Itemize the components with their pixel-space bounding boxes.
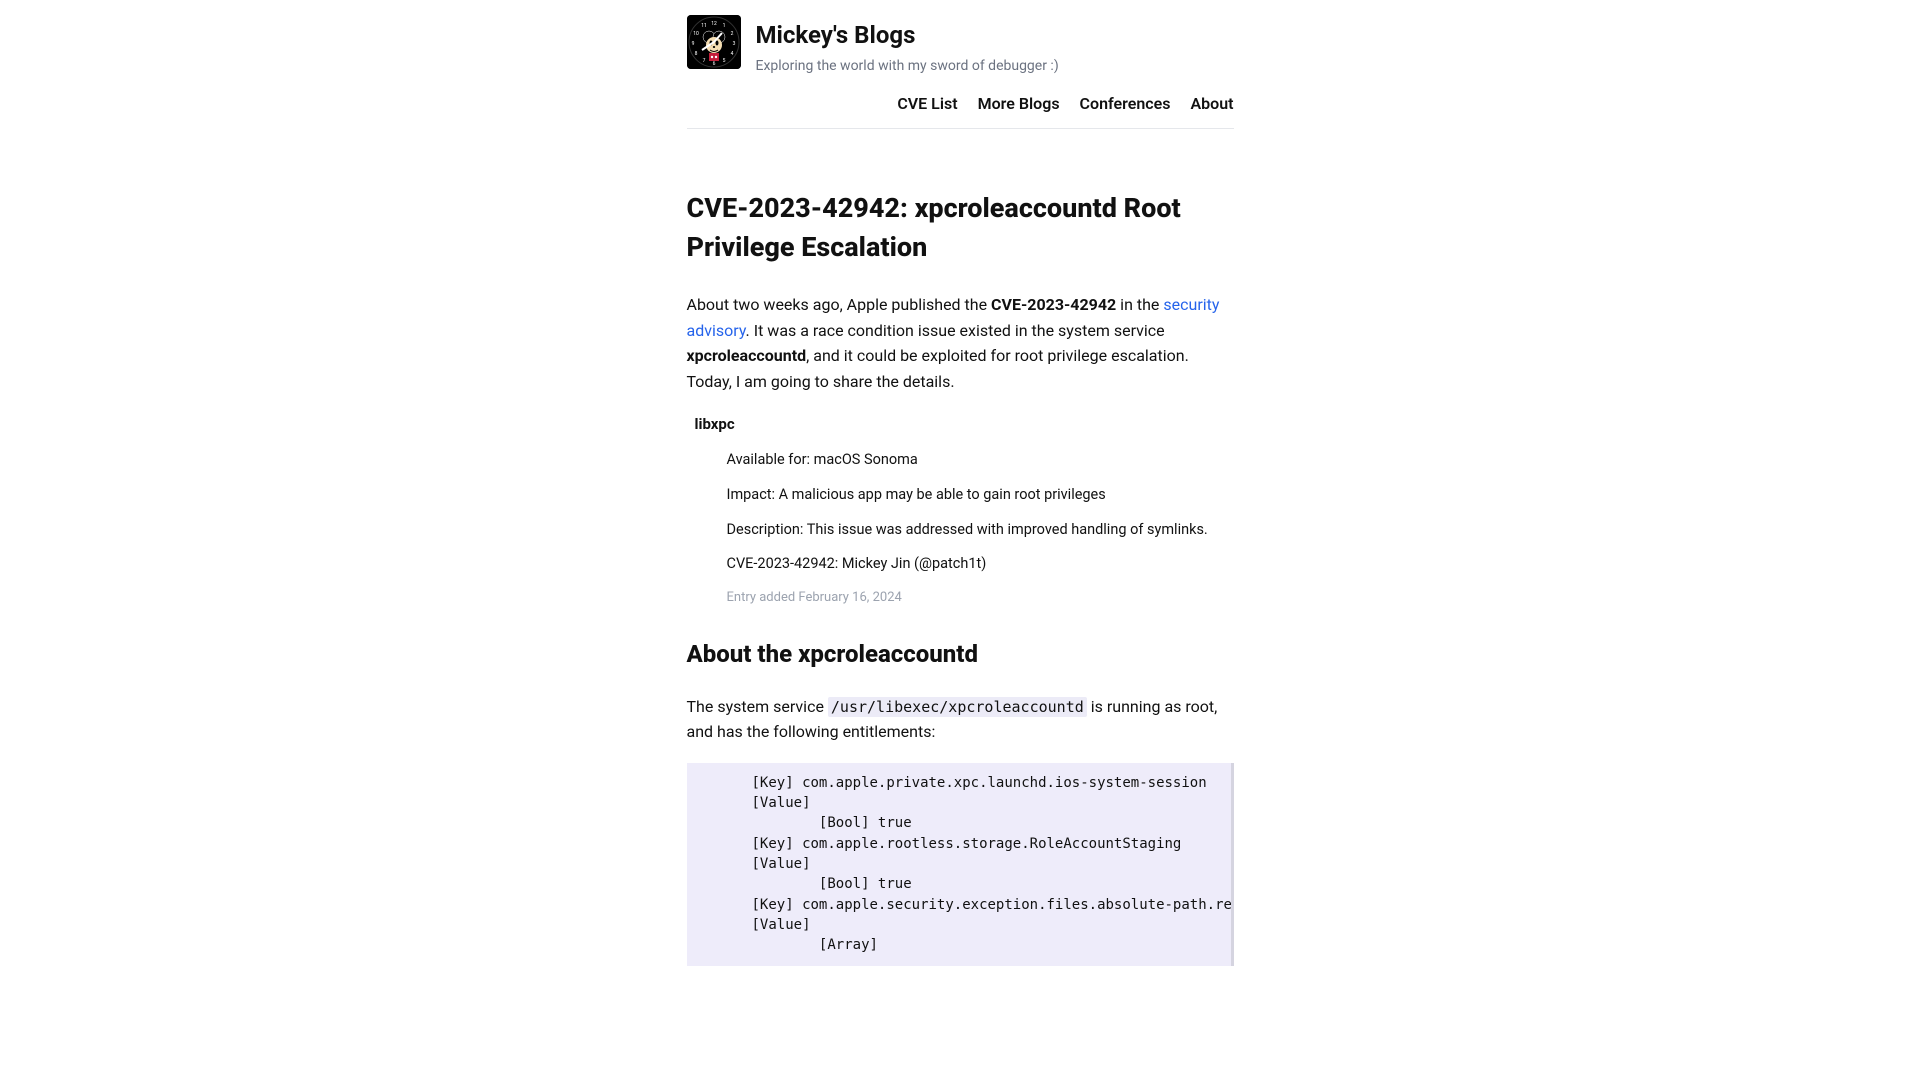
svg-text:1: 1 bbox=[722, 23, 725, 29]
svg-text:2: 2 bbox=[730, 31, 733, 37]
advisory-heading: libxpc bbox=[687, 413, 1234, 436]
advisory-description: Description: This issue was addressed wi… bbox=[687, 519, 1234, 541]
mickey-clock-icon: 12 1 2 3 4 5 6 7 8 9 10 11 bbox=[687, 15, 741, 69]
site-logo[interactable]: 12 1 2 3 4 5 6 7 8 9 10 11 bbox=[687, 15, 741, 69]
advisory-entry-added: Entry added February 16, 2024 bbox=[687, 588, 1234, 608]
svg-text:3: 3 bbox=[732, 41, 735, 47]
intro-text-after-link: . It was a race condition issue existed … bbox=[746, 321, 1165, 340]
intro-text-mid: in the bbox=[1116, 295, 1163, 314]
article-title: CVE-2023-42942: xpcroleaccountd Root Pri… bbox=[687, 189, 1234, 267]
entitlements-code-block: [Key] com.apple.private.xpc.launchd.ios-… bbox=[687, 763, 1234, 966]
svg-text:9: 9 bbox=[691, 41, 694, 47]
advisory-credit: CVE-2023-42942: Mickey Jin (@patch1t) bbox=[687, 553, 1234, 575]
nav-more-blogs[interactable]: More Blogs bbox=[978, 92, 1060, 116]
svg-text:10: 10 bbox=[693, 31, 699, 37]
intro-paragraph: About two weeks ago, Apple published the… bbox=[687, 292, 1234, 394]
svg-text:7: 7 bbox=[702, 58, 705, 64]
intro-text-pre: About two weeks ago, Apple published the bbox=[687, 295, 992, 314]
svg-text:6: 6 bbox=[712, 61, 715, 67]
svg-text:12: 12 bbox=[711, 21, 717, 27]
article: CVE-2023-42942: xpcroleaccountd Root Pri… bbox=[687, 189, 1234, 966]
svg-text:8: 8 bbox=[694, 51, 697, 57]
intro-cve-bold: CVE-2023-42942 bbox=[991, 295, 1116, 314]
advisory-available-for: Available for: macOS Sonoma bbox=[687, 449, 1234, 471]
system-service-paragraph: The system service /usr/libexec/xpcrolea… bbox=[687, 694, 1234, 745]
nav-conferences[interactable]: Conferences bbox=[1080, 92, 1171, 116]
section-heading-about: About the xpcroleaccountd bbox=[687, 636, 1234, 672]
svg-text:11: 11 bbox=[701, 23, 707, 29]
advisory-box: libxpc Available for: macOS Sonoma Impac… bbox=[687, 413, 1234, 608]
site-header: 12 1 2 3 4 5 6 7 8 9 10 11 bbox=[687, 15, 1234, 77]
intro-service-bold: xpcroleaccountd bbox=[687, 346, 807, 365]
svg-text:4: 4 bbox=[730, 51, 733, 57]
system-service-pre: The system service bbox=[687, 697, 828, 716]
site-tagline: Exploring the world with my sword of deb… bbox=[756, 56, 1059, 77]
nav-about[interactable]: About bbox=[1190, 92, 1233, 116]
main-nav: CVE List More Blogs Conferences About bbox=[687, 92, 1234, 129]
system-service-path: /usr/libexec/xpcroleaccountd bbox=[828, 697, 1087, 717]
svg-text:5: 5 bbox=[722, 58, 725, 64]
site-title[interactable]: Mickey's Blogs bbox=[756, 17, 1059, 53]
nav-cve-list[interactable]: CVE List bbox=[897, 92, 957, 116]
site-info: Mickey's Blogs Exploring the world with … bbox=[756, 15, 1059, 77]
article-body: About two weeks ago, Apple published the… bbox=[687, 292, 1234, 965]
advisory-impact: Impact: A malicious app may be able to g… bbox=[687, 484, 1234, 506]
